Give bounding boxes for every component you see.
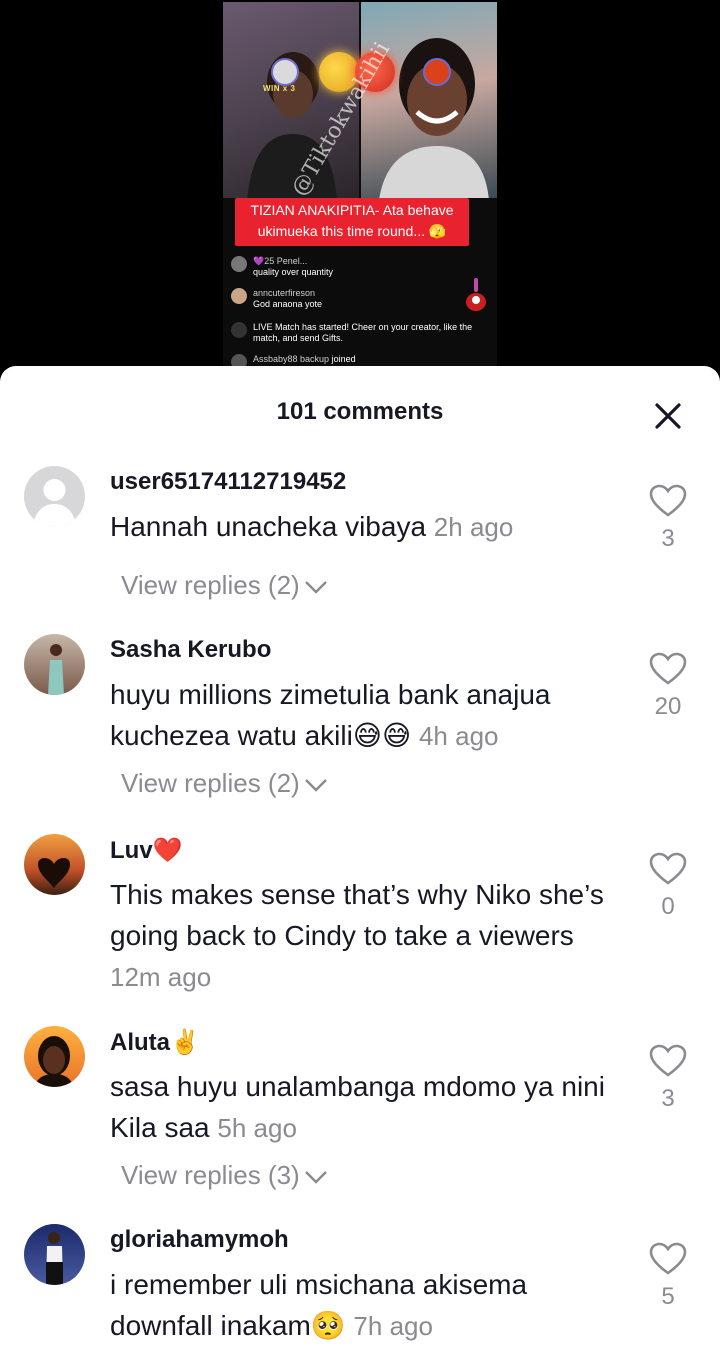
comment-timestamp: 2h ago [433,512,514,542]
like-count: 0 [661,893,675,920]
comment-body: Hannah unacheka vibaya [110,511,427,542]
chat-username: 💜25 Penel... [253,256,308,266]
like-button[interactable]: 0 [646,852,690,921]
view-replies-button[interactable]: View replies (2) [121,570,328,601]
creator-right-avatar[interactable] [423,58,451,86]
like-count: 20 [654,693,682,720]
comment-username[interactable]: Sasha Kerubo [110,636,271,664]
view-replies-label: View replies (3) [121,1160,300,1190]
like-button[interactable]: 5 [646,1242,690,1311]
win-streak-badge: WIN x 3 [263,84,296,93]
comment-timestamp: 4h ago [418,721,499,751]
avatar[interactable] [24,466,85,527]
avatar[interactable] [24,634,85,695]
comment-text: i remember uli msichana akisema downfall… [110,1264,630,1347]
heart-icon [649,1242,687,1275]
chat-text: God anaona yote [253,299,323,309]
view-replies-label: View replies (2) [121,570,300,600]
comment-text: sasa huyu unalambanga mdomo ya nini Kila… [110,1066,630,1149]
heart-icon [649,1044,687,1077]
comment-body: i remember uli msichana akisema downfall… [110,1269,528,1341]
comment-body: sasa huyu unalambanga mdomo ya nini Kila… [110,1071,605,1143]
chat-text: LIVE Match has started! Cheer on your cr… [253,322,473,343]
chevron-down-icon [304,581,327,594]
comment-body: This makes sense that’s why Niko she’s g… [110,879,604,951]
comment-username[interactable]: gloriahamymoh [110,1226,289,1254]
heart-icon [649,652,687,685]
comments-count-title: 101 comments [276,398,444,425]
comments-sheet: 101 comments user65174112719452 Hannah u… [0,366,720,1349]
chat-text: joined [331,354,356,364]
chat-avatar [231,288,247,304]
comment-timestamp: 5h ago [217,1113,297,1143]
close-icon[interactable] [650,398,686,434]
avatar[interactable] [24,1026,85,1087]
chat-username: anncuterfireson [253,288,316,298]
chat-text: quality over quantity [253,267,334,277]
default-avatar-icon [32,479,77,527]
comment-username[interactable]: Luv❤️ [110,836,183,865]
comment-text: Hannah unacheka vibaya 2h ago [110,506,630,548]
creator-left-avatar[interactable] [271,58,299,86]
comment-text: huyu millions zimetulia bank anajua kuch… [110,674,630,757]
comment-username[interactable]: Aluta✌️ [110,1028,200,1057]
view-replies-button[interactable]: View replies (2) [121,768,328,799]
like-button[interactable]: 3 [646,1044,690,1113]
wave-icon [231,354,247,366]
chevron-down-icon [304,1171,327,1184]
tiktok-logo-icon [231,322,247,338]
chat-avatar [231,256,247,272]
comment-text: This makes sense that’s why Niko she’s g… [110,874,630,998]
comment-timestamp: 12m ago [110,962,212,992]
user-photo [48,644,64,695]
comment-username[interactable]: user65174112719452 [110,468,346,496]
comment-timestamp: 7h ago [353,1311,433,1341]
creator-right-image [379,38,489,198]
user-photo [46,1232,63,1285]
like-button[interactable]: 3 [646,484,690,553]
like-button[interactable]: 20 [646,652,690,721]
avatar[interactable] [24,1224,85,1285]
chevron-down-icon [304,779,327,792]
right-camera-feed [361,2,497,198]
view-replies-label: View replies (2) [121,768,300,798]
gift-icon[interactable] [465,278,487,312]
view-replies-button[interactable]: View replies (3) [121,1160,328,1191]
avatar[interactable] [24,834,85,895]
heart-hands-photo [38,858,70,888]
like-count: 3 [661,525,675,552]
heart-icon [649,484,687,517]
like-count: 3 [661,1085,675,1112]
live-video-frame[interactable]: WIN x 3 @Tiktokwakihii TIZIAN ANAKIPITIA… [223,2,497,366]
user-photo [34,1036,74,1087]
like-count: 5 [661,1283,675,1310]
heart-icon [649,852,687,885]
video-caption: TIZIAN ANAKIPITIA- Ata behave ukimueka t… [235,198,469,246]
chat-username: Assbaby88 backup [253,354,330,364]
video-player[interactable]: WIN x 3 @Tiktokwakihii TIZIAN ANAKIPITIA… [0,0,720,380]
